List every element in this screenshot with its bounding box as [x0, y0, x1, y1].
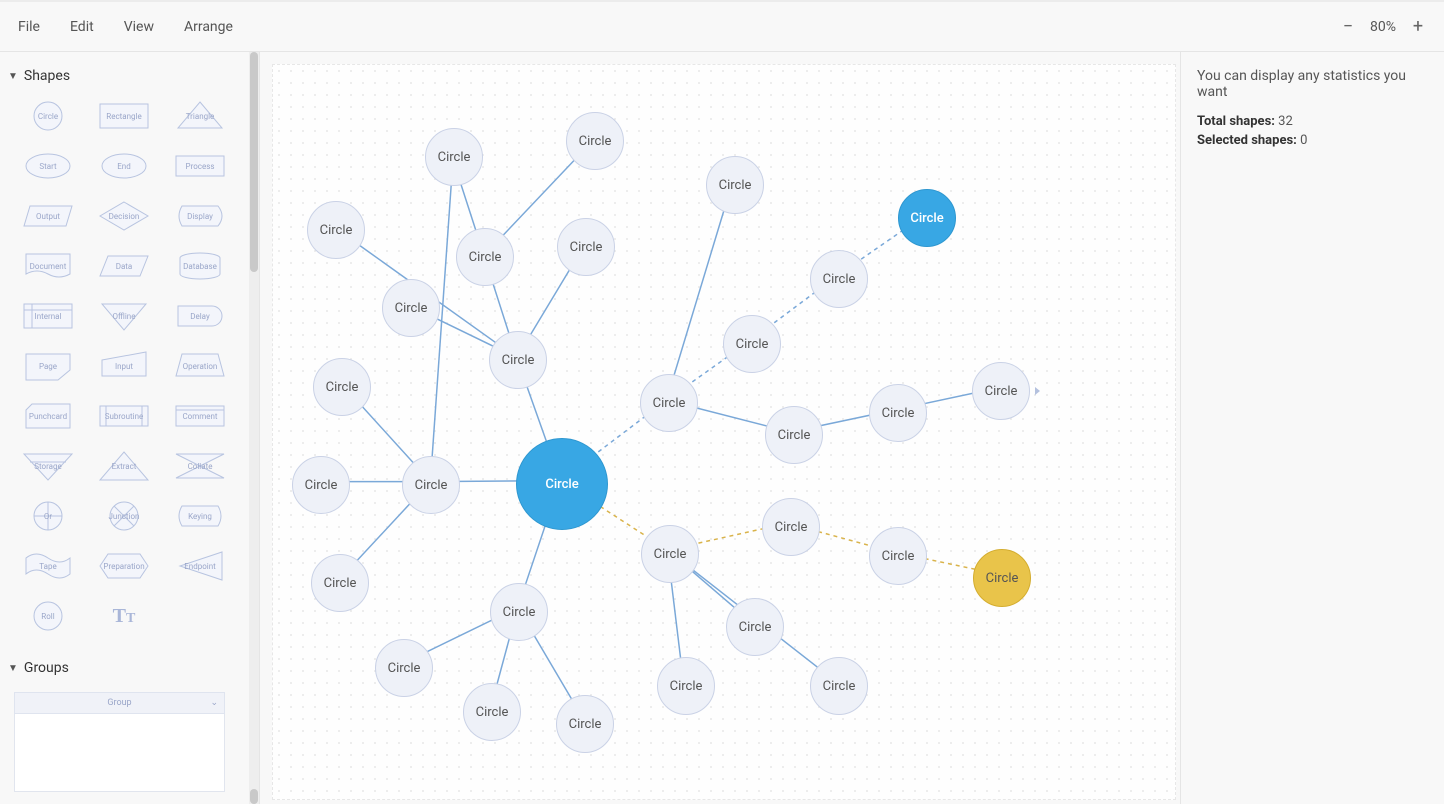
canvas-node[interactable]: Circle [641, 525, 699, 583]
canvas-node[interactable]: Circle [292, 456, 350, 514]
shape-endpoint[interactable]: Endpoint [164, 544, 236, 588]
stats-total-value: 32 [1278, 114, 1293, 129]
group-select[interactable]: Group ⌄ [14, 692, 225, 714]
chevron-down-icon: ▼ [8, 663, 18, 674]
zoom-out-button[interactable]: − [1338, 17, 1358, 37]
canvas-node[interactable]: Circle [489, 331, 547, 389]
canvas-node[interactable]: Circle [640, 374, 698, 432]
shape-palette: CircleRectangleTriangle StartEndProcess Ou… [2, 94, 239, 654]
shape-preparation[interactable]: Preparation [88, 544, 160, 588]
chevron-down-icon: ▼ [8, 71, 18, 82]
shapes-section-header[interactable]: ▼ Shapes [2, 62, 239, 94]
stats-total-label: Total shapes: [1197, 114, 1275, 129]
shape-keying[interactable]: Keying [164, 494, 236, 538]
text-tool-icon: TT [113, 605, 136, 628]
shape-comment[interactable]: Comment [164, 394, 236, 438]
chevron-down-icon: ⌄ [210, 698, 218, 708]
canvas-node[interactable]: Circle [723, 315, 781, 373]
canvas-node[interactable]: Circle [313, 358, 371, 416]
shape-or[interactable]: Or [12, 494, 84, 538]
stats-panel: You can display any statistics you want … [1180, 52, 1444, 804]
shapes-section-label: Shapes [24, 68, 70, 84]
shape-tape[interactable]: Tape [12, 544, 84, 588]
shape-end[interactable]: End [88, 144, 160, 188]
stats-selected-row: Selected shapes: 0 [1197, 133, 1428, 148]
shape-document[interactable]: Document [12, 244, 84, 288]
shape-storage[interactable]: Storage [12, 444, 84, 488]
stats-total-row: Total shapes: 32 [1197, 114, 1428, 129]
canvas-node[interactable]: Circle [490, 583, 548, 641]
canvas-node[interactable]: Circle [726, 598, 784, 656]
canvas-node[interactable]: Circle [311, 554, 369, 612]
zoom-in-button[interactable]: + [1408, 17, 1428, 37]
canvas-node[interactable]: Circle [762, 498, 820, 556]
canvas-node[interactable]: Circle [657, 657, 715, 715]
groups-section-label: Groups [24, 660, 69, 676]
shape-circle[interactable]: Circle [12, 94, 84, 138]
shape-decision[interactable]: Decision [88, 194, 160, 238]
scrollbar-thumb[interactable] [250, 52, 258, 272]
canvas-node[interactable]: Circle [516, 438, 608, 530]
scrollbar-thumb[interactable] [250, 789, 258, 804]
canvas-node[interactable]: Circle [463, 683, 521, 741]
shape-triangle[interactable]: Triangle [164, 94, 236, 138]
menu-file[interactable]: File [16, 13, 42, 41]
sidebar: ▼ Shapes CircleRectangleTriangleStartEnd… [0, 52, 260, 804]
canvas-node[interactable]: Circle [456, 228, 514, 286]
shape-internal[interactable]: Internal [12, 294, 84, 338]
canvas-node[interactable]: Circle [972, 362, 1030, 420]
canvas-node[interactable]: Circle [706, 156, 764, 214]
shape-output[interactable]: Output [12, 194, 84, 238]
sidebar-scrollbar[interactable] [249, 52, 259, 804]
arrowhead-icon [1035, 387, 1040, 395]
shape-input[interactable]: Input [88, 344, 160, 388]
shape-collate[interactable]: Collate [164, 444, 236, 488]
shape-junction[interactable]: Junction [88, 494, 160, 538]
group-select-label: Group [107, 698, 131, 708]
canvas-node[interactable]: Circle [810, 250, 868, 308]
canvas-node[interactable]: Circle [898, 189, 956, 247]
shape-start[interactable]: Start [12, 144, 84, 188]
menu-arrange[interactable]: Arrange [182, 13, 235, 41]
canvas-node[interactable]: Circle [402, 456, 460, 514]
shape-rectangle[interactable]: Rectangle [88, 94, 160, 138]
menubar: File Edit View Arrange − 80% + [0, 0, 1444, 52]
canvas-node[interactable]: Circle [566, 112, 624, 170]
stats-selected-value: 0 [1300, 133, 1307, 148]
shape-process[interactable]: Process [164, 144, 236, 188]
canvas-node[interactable]: Circle [375, 639, 433, 697]
shape-roll[interactable]: Roll [12, 594, 84, 638]
shape-display[interactable]: Display [164, 194, 236, 238]
canvas-area[interactable]: CircleCircleCircleCircleCircleCircleCirc… [260, 52, 1180, 804]
shape-data[interactable]: Data [88, 244, 160, 288]
canvas-node[interactable]: Circle [810, 657, 868, 715]
canvas-node[interactable]: Circle [765, 406, 823, 464]
menu-edit[interactable]: Edit [68, 13, 96, 41]
canvas-node[interactable]: Circle [869, 384, 927, 442]
shape-punchcard[interactable]: Punchcard [12, 394, 84, 438]
canvas-node[interactable]: Circle [382, 279, 440, 337]
zoom-level: 80% [1370, 19, 1396, 35]
canvas-node[interactable]: Circle [557, 218, 615, 276]
shape-database[interactable]: Database [164, 244, 236, 288]
groups-section-header[interactable]: ▼ Groups [2, 654, 239, 686]
shape-page[interactable]: Page [12, 344, 84, 388]
stats-selected-label: Selected shapes: [1197, 133, 1297, 148]
canvas-node[interactable]: Circle [556, 695, 614, 753]
group-preview [14, 714, 225, 792]
shape-offline[interactable]: Offline [88, 294, 160, 338]
stats-intro: You can display any statistics you want [1197, 68, 1428, 100]
canvas-node[interactable]: Circle [973, 549, 1031, 607]
shape-extract[interactable]: Extract [88, 444, 160, 488]
canvas-node[interactable]: Circle [869, 527, 927, 585]
shape-delay[interactable]: Delay [164, 294, 236, 338]
canvas-node[interactable]: Circle [307, 201, 365, 259]
canvas-node[interactable]: Circle [425, 128, 483, 186]
menu-view[interactable]: View [122, 13, 156, 41]
shape-subroutine[interactable]: Subroutine [88, 394, 160, 438]
shape-operation[interactable]: Operation [164, 344, 236, 388]
shape-text[interactable]: TT [88, 594, 160, 638]
